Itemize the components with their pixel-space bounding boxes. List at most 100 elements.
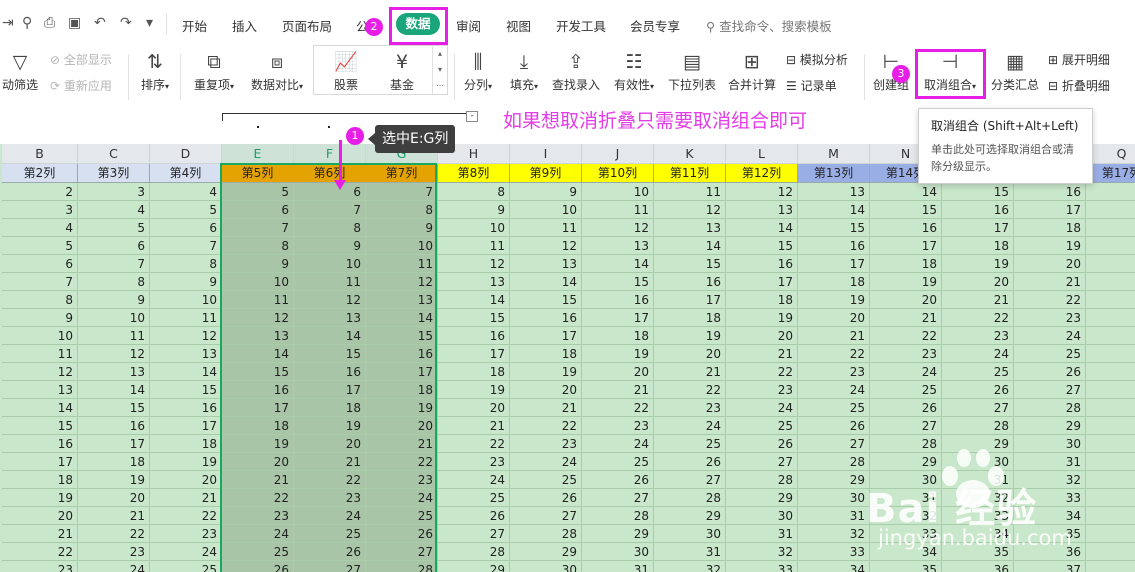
cell-C[interactable]: 10 bbox=[78, 309, 150, 327]
cell-P[interactable]: 28 bbox=[1014, 399, 1086, 417]
cell-G[interactable]: 26 bbox=[366, 525, 438, 543]
cell-M[interactable]: 32 bbox=[798, 525, 870, 543]
cell-O[interactable]: 17 bbox=[942, 219, 1014, 237]
cell-K[interactable]: 29 bbox=[654, 507, 726, 525]
cell-G[interactable]: 17 bbox=[366, 363, 438, 381]
cell-E[interactable]: 9 bbox=[222, 255, 294, 273]
cell-H[interactable]: 29 bbox=[438, 561, 510, 572]
column-header-C[interactable]: C bbox=[78, 144, 150, 164]
split-button[interactable]: ⫼ 分列▾ bbox=[458, 48, 498, 93]
cell-Q[interactable]: 38 bbox=[1086, 561, 1135, 572]
cell-J[interactable]: 30 bbox=[582, 543, 654, 561]
column-header-K[interactable]: K bbox=[654, 144, 726, 164]
cell-E[interactable]: 21 bbox=[222, 471, 294, 489]
cell-M[interactable]: 24 bbox=[798, 381, 870, 399]
cell-L[interactable]: 27 bbox=[726, 453, 798, 471]
cell-P[interactable]: 20 bbox=[1014, 255, 1086, 273]
subtotal-button[interactable]: ▦ 分类汇总 bbox=[988, 48, 1042, 93]
cell-D[interactable]: 14 bbox=[150, 363, 222, 381]
cell-I[interactable]: 20 bbox=[510, 381, 582, 399]
cell-O[interactable]: 26 bbox=[942, 381, 1014, 399]
cell-K[interactable]: 17 bbox=[654, 291, 726, 309]
cell-D[interactable]: 15 bbox=[150, 381, 222, 399]
cell-O[interactable]: 18 bbox=[942, 237, 1014, 255]
cell-J[interactable]: 24 bbox=[582, 435, 654, 453]
cell-F[interactable]: 12 bbox=[294, 291, 366, 309]
cell-L[interactable]: 32 bbox=[726, 543, 798, 561]
cell-E[interactable]: 12 bbox=[222, 309, 294, 327]
cell-F[interactable]: 11 bbox=[294, 273, 366, 291]
cell-G[interactable]: 18 bbox=[366, 381, 438, 399]
cell-I[interactable]: 21 bbox=[510, 399, 582, 417]
cell-L[interactable]: 12 bbox=[726, 183, 798, 201]
header-cell-M[interactable]: 第13列 bbox=[798, 164, 870, 183]
funds-button[interactable]: ¥ 基金 bbox=[378, 48, 426, 93]
cell-L[interactable]: 29 bbox=[726, 489, 798, 507]
cell-F[interactable]: 21 bbox=[294, 453, 366, 471]
cell-F[interactable]: 7 bbox=[294, 201, 366, 219]
cell-J[interactable]: 28 bbox=[582, 507, 654, 525]
cell-B[interactable]: 12 bbox=[2, 363, 78, 381]
header-cell-J[interactable]: 第10列 bbox=[582, 164, 654, 183]
cell-B[interactable]: 9 bbox=[2, 309, 78, 327]
cell-N[interactable]: 18 bbox=[870, 255, 942, 273]
cell-L[interactable]: 25 bbox=[726, 417, 798, 435]
header-cell-E[interactable]: 第5列 bbox=[222, 164, 294, 183]
cell-D[interactable]: 6 bbox=[150, 219, 222, 237]
cell-B[interactable]: 20 bbox=[2, 507, 78, 525]
cell-O[interactable]: 19 bbox=[942, 255, 1014, 273]
cell-L[interactable]: 15 bbox=[726, 237, 798, 255]
cell-E[interactable]: 11 bbox=[222, 291, 294, 309]
cell-D[interactable]: 25 bbox=[150, 561, 222, 572]
cell-Q[interactable]: 29 bbox=[1086, 399, 1135, 417]
cell-M[interactable]: 31 bbox=[798, 507, 870, 525]
cell-O[interactable]: 15 bbox=[942, 183, 1014, 201]
tab-page-layout[interactable]: 页面布局 bbox=[282, 16, 332, 35]
cell-O[interactable]: 24 bbox=[942, 345, 1014, 363]
cell-M[interactable]: 16 bbox=[798, 237, 870, 255]
cell-J[interactable]: 19 bbox=[582, 345, 654, 363]
cell-K[interactable]: 18 bbox=[654, 309, 726, 327]
header-cell-B[interactable]: 第2列 bbox=[2, 164, 78, 183]
show-all-button[interactable]: ⊘ 全部显示 bbox=[50, 51, 112, 68]
cell-C[interactable]: 5 bbox=[78, 219, 150, 237]
cell-I[interactable]: 15 bbox=[510, 291, 582, 309]
cell-K[interactable]: 19 bbox=[654, 327, 726, 345]
column-header-I[interactable]: I bbox=[510, 144, 582, 164]
cell-L[interactable]: 33 bbox=[726, 561, 798, 572]
cell-J[interactable]: 27 bbox=[582, 489, 654, 507]
header-cell-G[interactable]: 第7列 bbox=[366, 164, 438, 183]
cell-Q[interactable]: 31 bbox=[1086, 435, 1135, 453]
cell-E[interactable]: 20 bbox=[222, 453, 294, 471]
cell-Q[interactable]: 24 bbox=[1086, 309, 1135, 327]
cell-Q[interactable]: 21 bbox=[1086, 255, 1135, 273]
cell-K[interactable]: 15 bbox=[654, 255, 726, 273]
cell-Q[interactable]: 19 bbox=[1086, 219, 1135, 237]
cell-Q[interactable]: 25 bbox=[1086, 327, 1135, 345]
cell-F[interactable]: 26 bbox=[294, 543, 366, 561]
cell-J[interactable]: 13 bbox=[582, 237, 654, 255]
cell-G[interactable]: 15 bbox=[366, 327, 438, 345]
cell-I[interactable]: 28 bbox=[510, 525, 582, 543]
cell-L[interactable]: 22 bbox=[726, 363, 798, 381]
cell-L[interactable]: 19 bbox=[726, 309, 798, 327]
cell-C[interactable]: 13 bbox=[78, 363, 150, 381]
cell-D[interactable]: 11 bbox=[150, 309, 222, 327]
cell-B[interactable]: 21 bbox=[2, 525, 78, 543]
cell-N[interactable]: 22 bbox=[870, 327, 942, 345]
cell-F[interactable]: 16 bbox=[294, 363, 366, 381]
cell-O[interactable]: 25 bbox=[942, 363, 1014, 381]
cell-F[interactable]: 6 bbox=[294, 183, 366, 201]
cell-K[interactable]: 28 bbox=[654, 489, 726, 507]
cell-M[interactable]: 30 bbox=[798, 489, 870, 507]
cell-D[interactable]: 10 bbox=[150, 291, 222, 309]
cell-N[interactable]: 15 bbox=[870, 201, 942, 219]
column-header-F[interactable]: F bbox=[294, 144, 366, 164]
cell-K[interactable]: 23 bbox=[654, 399, 726, 417]
cell-C[interactable]: 7 bbox=[78, 255, 150, 273]
cell-H[interactable]: 8 bbox=[438, 183, 510, 201]
cell-H[interactable]: 10 bbox=[438, 219, 510, 237]
cell-M[interactable]: 20 bbox=[798, 309, 870, 327]
cell-O[interactable]: 36 bbox=[942, 561, 1014, 572]
cell-E[interactable]: 10 bbox=[222, 273, 294, 291]
